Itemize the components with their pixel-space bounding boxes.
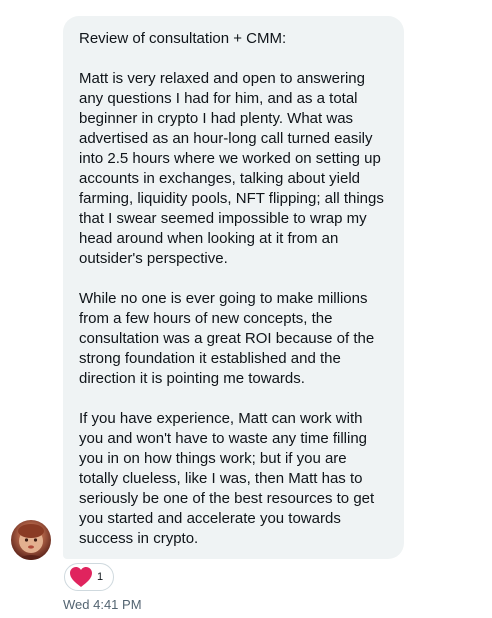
message-paragraph: Matt is very relaxed and open to answeri…: [79, 70, 389, 267]
message-timestamp: Wed 4:41 PM: [63, 597, 142, 612]
message-bubble: Review of consultation + CMM: Matt is ve…: [63, 16, 404, 559]
sender-avatar[interactable]: [11, 520, 51, 560]
heart-icon: [69, 566, 93, 588]
message-paragraph: If you have experience, Matt can work wi…: [79, 410, 379, 547]
message-paragraph: While no one is ever going to make milli…: [79, 290, 379, 387]
reaction-badge[interactable]: 1: [64, 563, 115, 591]
message-heading: Review of consultation + CMM:: [79, 30, 287, 47]
reaction-count: 1: [97, 570, 104, 583]
avatar-image: [15, 524, 47, 560]
